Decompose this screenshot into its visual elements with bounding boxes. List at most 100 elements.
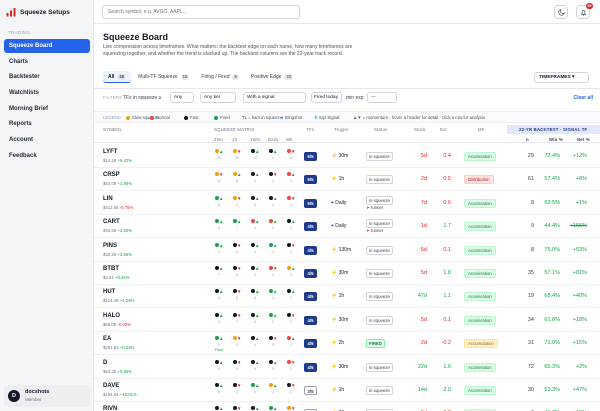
squeeze-cell[interactable]: ▼ 7 (230, 312, 244, 325)
col-ext[interactable]: Ext (440, 127, 447, 132)
fired-today-toggle[interactable]: Fired today (311, 92, 342, 103)
ticker-symbol[interactable]: HUT (103, 289, 115, 295)
table-row[interactable]: CART $44.59 +4.50% ▲ 6 ▲ 7 ▲ 4 ▲ 3 ▲ 2 4/5 ⌖ Daily in … (94, 216, 600, 239)
sidebar-item-feedback[interactable]: Feedback (4, 149, 90, 163)
squeeze-cell[interactable]: ▼ 3 (266, 336, 280, 348)
search-input[interactable] (102, 5, 300, 19)
col-tf-1[interactable]: 1h (232, 137, 237, 142)
sidebar-item-backtester[interactable]: Backtester (4, 70, 90, 84)
tab-firing-fired[interactable]: Firing / Fired 5 (196, 71, 243, 83)
signal-filter-select[interactable]: With a signal (243, 92, 306, 103)
table-row[interactable]: HUT $124.48 +4.29% ▲ 11 ▼ 8 ▲ 6 ▲ 4 ▲ 2 4/5 ⚡ 1h in sq… (94, 286, 600, 309)
sidebar-item-account[interactable]: Account (4, 133, 90, 147)
squeeze-cell[interactable]: ▼1 (284, 383, 298, 395)
squeeze-cell[interactable]: ▼ 8 (230, 289, 244, 301)
tier-filter-select[interactable]: Any tier (200, 92, 236, 103)
squeeze-cell[interactable]: ▲3 (248, 383, 262, 395)
squeeze-cell[interactable]: ▲3 (266, 242, 280, 255)
squeeze-cell[interactable]: ▲ 4 (248, 219, 262, 231)
col-tf-2[interactable]: 1Wm (250, 137, 261, 142)
table-row[interactable]: DAVE $194.04 +10.01% ▲ 6 ▼ 4 ▲ 3 ▲ 2 ▼ 1 3/5 ⚡ 1h in s… (94, 380, 600, 402)
table-row[interactable]: PINS $26.29 +3.55% ▲ 9 ▼ 6 ▲ 4 ▲ 3 ▼ 2 4/5 ⚡ 130m in s… (94, 240, 600, 262)
theme-toggle-button[interactable] (554, 5, 568, 19)
squeeze-cell[interactable]: ▲ 9 (266, 149, 280, 161)
min-exp-select[interactable]: --- (367, 92, 397, 103)
clear-all-link[interactable]: Clear all (574, 95, 593, 101)
squeeze-cell[interactable]: ▲ 4 (248, 336, 262, 348)
squeeze-cell[interactable]: ▲5 (248, 195, 262, 208)
squeeze-cell[interactable]: ▲ 8 (212, 359, 226, 372)
col-stock[interactable]: Stock (414, 127, 426, 132)
squeeze-cell[interactable]: ▼ 10 (284, 149, 298, 161)
squeeze-cell[interactable]: ▲ 6 (212, 219, 226, 231)
sidebar-item-squeeze-board[interactable]: Squeeze Board (4, 39, 90, 53)
squeeze-cell[interactable]: ▲ 8 (230, 172, 244, 184)
squeeze-cell[interactable]: ▼ 2 (284, 195, 298, 208)
squeeze-cell[interactable]: ▲ 6 (248, 266, 262, 278)
squeeze-cell[interactable]: ▲ 7 (230, 219, 244, 231)
ticker-symbol[interactable]: LIN (103, 196, 113, 202)
ticker-symbol[interactable]: CART (103, 219, 120, 225)
squeeze-cell[interactable]: ▼ 5 (230, 336, 244, 348)
ticker-symbol[interactable]: D (103, 360, 107, 366)
squeeze-cell[interactable]: ▲2 (266, 383, 280, 395)
table-row[interactable]: CRSP $54.09 +1.88% ▼ 12 ▲ 8 ▲ 6 ▼ 4 ▲ 3 5/5 ⚡ 1h in sq… (94, 169, 600, 192)
squeeze-cell[interactable]: ▲ 13 (248, 149, 262, 161)
squeeze-cell[interactable]: ▲2 (284, 336, 298, 348)
squeeze-cell[interactable]: ▲ 4 (248, 242, 262, 255)
squeeze-cell[interactable]: ▲ 11 (212, 289, 226, 301)
table-row[interactable]: EA $201.83 +0.03% ▲ 6 Fired ▼ 5 ▲ 4 ▼ 3 ▲ 2 4/5 ⚡ 2h FI… (94, 333, 600, 356)
squeeze-cell[interactable]: ▼1 (284, 406, 298, 411)
col-tf-4[interactable]: Wk (286, 137, 293, 142)
table-row[interactable]: LYFT $14.28 +9.42% ▲ 25 ▼ 19 ▲ 13 ▲ 9 ▼ 10 5/5 ⚡ 30m i… (94, 146, 600, 168)
sidebar-item-morning-brief[interactable]: Morning Brief (4, 102, 90, 116)
col-bt-1[interactable]: Win % (549, 137, 563, 142)
sidebar-item-reports[interactable]: Reports (4, 117, 90, 131)
ticker-symbol[interactable]: PINS (103, 243, 117, 249)
col-tfs[interactable]: TFs (306, 127, 314, 132)
squeeze-cell[interactable]: ▲ 6 Fired (212, 336, 226, 353)
squeeze-cell[interactable]: ▼ 2 (284, 242, 298, 255)
squeeze-cell[interactable]: ▼ 19 (230, 149, 244, 161)
squeeze-cell[interactable]: ▲ 9 (212, 312, 226, 325)
tfs-filter-select[interactable]: Any (170, 92, 194, 103)
tab-all[interactable]: All 20 (103, 71, 132, 83)
table-row[interactable]: BTBT $2.61 +5.26% ▲ 7 ▼ 5 ▲ 6 ▼ 4 ▲ 2 4/5 ⚡ 30m in squ… (94, 263, 600, 285)
squeeze-cell[interactable]: ▲ 9 (212, 242, 226, 255)
col-bt-2[interactable]: Net % (577, 137, 590, 142)
squeeze-cell[interactable]: ▲3 (248, 406, 262, 411)
squeeze-cell[interactable]: ▼4 (230, 383, 244, 395)
user-card[interactable]: D docshots Member (4, 385, 90, 407)
squeeze-cell[interactable]: ▲3 (266, 219, 280, 231)
squeeze-cell[interactable]: ▲ 6 (212, 383, 226, 395)
squeeze-cell[interactable]: ▲ 4 (266, 195, 280, 208)
squeeze-cell[interactable]: ▼4 (230, 406, 244, 411)
squeeze-cell[interactable]: ▲3 (284, 172, 298, 184)
tab-positive-edge[interactable]: Positive Edge 20 (246, 71, 298, 83)
col-status[interactable]: Status (374, 127, 387, 132)
ticker-symbol[interactable]: DAVE (103, 383, 119, 389)
table-row[interactable]: D $63.35 +0.55% ▲ 8 ▼ 6 ▲ 5 ▲ 3 ▼ 2 4/5 ⚡ 30m in squee… (94, 357, 600, 379)
squeeze-cell[interactable]: ▲ 8 (212, 195, 226, 208)
squeeze-cell[interactable]: ▲5 (212, 406, 226, 411)
col-symbol[interactable]: SYMBOL (103, 127, 122, 132)
squeeze-cell[interactable]: ▲2 (284, 289, 298, 301)
squeeze-cell[interactable]: ▲ 7 (212, 266, 226, 278)
col-tf-0[interactable]: 2hm (214, 137, 223, 142)
timeframes-select[interactable]: TIMEFRAMES ▾ (534, 72, 589, 83)
table-row[interactable]: LIN $412.55 -0.75% ▲ 8 ▼ 9 ▲ 5 ▲ 4 ▼ 2 5/5 ⌖ Daily in … (94, 193, 600, 215)
ticker-symbol[interactable]: LYFT (103, 149, 117, 155)
brand[interactable]: Squeeze Setups (6, 6, 70, 18)
sidebar-item-charts[interactable]: Charts (4, 55, 90, 69)
col-mf[interactable]: MF (478, 127, 485, 132)
squeeze-cell[interactable]: ▲ 6 (248, 289, 262, 301)
table-row[interactable]: HALO $66.05 -0.02% ▲ 9 ▼ 7 ▲ 5 ▲ 3 ▼ 2 4/5 ⚡ 30m in sq… (94, 310, 600, 332)
col-tf-3[interactable]: Daily (268, 137, 279, 142)
squeeze-cell[interactable]: ▲ 6 (248, 172, 262, 184)
squeeze-cell[interactable]: ▼4 (266, 266, 280, 278)
squeeze-cell[interactable]: ▼ 12 (212, 172, 226, 184)
squeeze-cell[interactable]: ▲5 (248, 312, 262, 325)
tab-multi-tf-squeeze[interactable]: Multi-TF Squeeze 15 (133, 71, 194, 83)
ticker-symbol[interactable]: CRSP (103, 172, 120, 178)
col-bt-0[interactable]: n (526, 137, 529, 142)
